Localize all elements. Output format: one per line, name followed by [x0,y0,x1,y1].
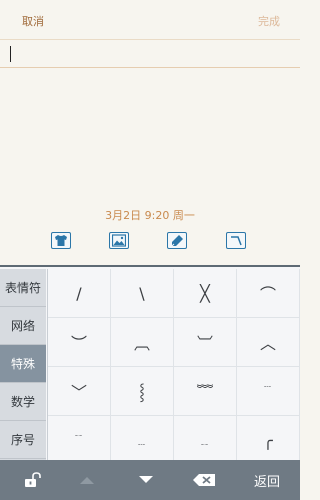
symbol-label: \ [139,283,145,303]
symbol-label: ﹍ [136,434,148,447]
text-cursor [10,46,11,62]
pen-icon [170,235,183,247]
symbol-key[interactable]: ﹉ [237,367,300,416]
symbol-key[interactable]: / [48,269,111,318]
symbol-key[interactable]: ﹀ [48,367,111,416]
symbol-key[interactable]: ︶ [48,318,111,367]
signature-icon [231,236,242,246]
image-icon [112,234,126,247]
note-datetime: 3月2日 9:20 周一 [105,209,195,222]
category-ordinal[interactable]: 序号 [0,421,46,459]
symbol-key[interactable]: ⸾ [111,367,174,416]
backspace-icon [193,474,215,486]
symbol-key[interactable]: ﹍ [111,416,174,465]
symbol-label: ╭ [263,430,273,450]
back-label: 返回 [253,474,280,490]
symbol-key[interactable]: ﹊ [48,416,111,465]
keyboard-bottom-bar: 返回 [0,460,300,500]
done-button[interactable]: 完成 [258,13,280,29]
symbol-label: ﹎ [199,434,211,447]
symbol-keyboard: 表情符 网络 特殊 数学 序号 / \ ╳ ⌒ ︶ ︹ ︺ ︿ ﹀ ⸾ ﹌ ﹉ … [0,265,300,465]
symbol-key[interactable]: ﹎ [174,416,237,465]
signature-button[interactable] [226,232,246,249]
shirt-icon [55,235,67,246]
category-emoticons[interactable]: 表情符 [0,269,46,307]
symbol-label: ╳ [200,283,210,303]
delete-button[interactable] [187,460,221,500]
category-list: 表情符 网络 特殊 数学 序号 [0,269,46,462]
symbol-label: ﹀ [70,383,87,402]
symbol-label: / [76,283,82,303]
theme-button[interactable] [51,232,71,249]
symbol-label: ﹊ [73,434,85,447]
arrow-up-icon [80,477,94,484]
category-math[interactable]: 数学 [0,383,46,421]
category-network[interactable]: 网络 [0,307,46,345]
symbol-key[interactable]: ⌒ [237,269,300,318]
symbol-label: ︹ [133,334,150,353]
category-special[interactable]: 特殊 [0,345,46,383]
symbol-label: ︿ [259,334,276,353]
symbol-key[interactable]: ﹌ [174,367,237,416]
symbol-label: ﹌ [196,383,213,402]
top-bar: 取消 完成 [0,0,300,40]
symbol-label: ︶ [70,334,87,353]
cancel-button[interactable]: 取消 [22,13,44,29]
symbol-key[interactable]: ︺ [174,318,237,367]
symbol-key[interactable]: \ [111,269,174,318]
symbol-key[interactable]: ╳ [174,269,237,318]
symbol-grid: / \ ╳ ⌒ ︶ ︹ ︺ ︿ ﹀ ⸾ ﹌ ﹉ ﹊ ﹍ ﹎ ╭ [47,269,300,465]
note-body[interactable] [0,69,300,265]
lock-open-icon [25,472,41,487]
page-up-button[interactable] [72,460,102,500]
symbol-label: ﹉ [262,385,274,398]
symbol-label: ⸾ [139,382,145,401]
note-text-input[interactable] [0,40,300,68]
arrow-down-icon [139,476,153,483]
symbol-key[interactable]: ╭ [237,416,300,465]
symbol-key[interactable]: ︹ [111,318,174,367]
lock-button[interactable] [18,460,48,500]
insert-image-button[interactable] [109,232,129,249]
symbol-key[interactable]: ︿ [237,318,300,367]
symbol-label: ︺ [196,334,213,353]
page-down-button[interactable] [131,460,161,500]
back-button[interactable]: 返回 [245,460,289,500]
handwrite-button[interactable] [167,232,187,249]
symbol-label: ⌒ [259,285,276,304]
